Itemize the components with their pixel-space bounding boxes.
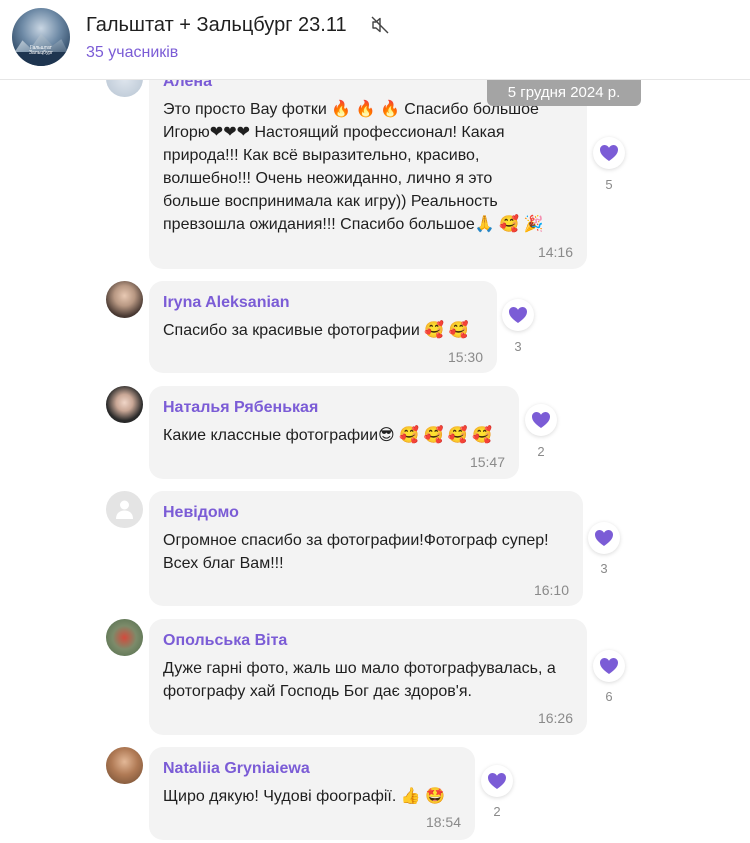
- message-text: Щиро дякую! Чудові фоографії. 👍 🤩: [163, 785, 445, 808]
- heart-icon: [509, 307, 527, 323]
- message-line: Всех благ Вам!!!: [163, 555, 284, 572]
- message-line: Спасибо за красивые фотографии 🥰 🥰: [163, 322, 469, 339]
- message-line: Какие классные фотографии😎 🥰 🥰 🥰 🥰: [163, 427, 493, 444]
- sender-name[interactable]: Nataliia Gryniaiewa: [163, 760, 310, 778]
- message-line: больше воспринимала как игру)) Реальност…: [163, 193, 498, 210]
- sender-name[interactable]: Невідомо: [163, 504, 239, 522]
- reaction-count: 3: [600, 561, 608, 576]
- muted-speaker-icon: [371, 16, 389, 34]
- avatar-caption: Гальштат Зальцбург: [29, 45, 53, 56]
- message-line: природа!!! Как всё выразительно, красиво…: [163, 147, 480, 164]
- message-text: Какие классные фотографии😎 🥰 🥰 🥰 🥰: [163, 424, 492, 447]
- message-time: 16:10: [533, 582, 569, 598]
- message-time: 14:16: [537, 244, 573, 260]
- reaction-button[interactable]: [588, 522, 620, 554]
- reaction-count: 5: [605, 177, 613, 192]
- heart-icon: [488, 773, 506, 789]
- message-line: Дуже гарні фото, жаль шо мало фотографув…: [163, 660, 556, 677]
- message-text: Огромное спасибо за фотографии!Фотограф …: [163, 529, 549, 575]
- avatar[interactable]: [106, 491, 143, 528]
- sender-name[interactable]: Наталья Рябенькая: [163, 399, 318, 417]
- message-line: Щиро дякую! Чудові фоографії. 👍 🤩: [163, 788, 446, 805]
- sender-name[interactable]: Опольська Віта: [163, 632, 287, 650]
- chat-header: Гальштат Зальцбург Гальштат + Зальцбург …: [0, 0, 750, 80]
- heart-icon: [532, 412, 550, 428]
- message-bubble[interactable]: Наталья Рябенькая Какие классные фотогра…: [149, 386, 519, 479]
- message-bubble[interactable]: Iryna Aleksanian Спасибо за красивые фот…: [149, 281, 497, 373]
- date-separator: 5 грудня 2024 р.: [487, 79, 641, 106]
- heart-icon: [600, 145, 618, 161]
- message-time: 18:54: [425, 814, 461, 830]
- message-line: фотографу хай Господь Бог дає здоров'я.: [163, 683, 472, 700]
- reaction-count: 6: [605, 689, 613, 704]
- message-time: 15:47: [469, 454, 505, 470]
- message-bubble[interactable]: Невідомо Огромное спасибо за фотографии!…: [149, 491, 583, 606]
- message-time: 16:26: [537, 710, 573, 726]
- reaction-count: 2: [537, 444, 545, 459]
- message-text: Дуже гарні фото, жаль шо мало фотографув…: [163, 657, 556, 703]
- reaction-count: 3: [514, 339, 522, 354]
- message-bubble[interactable]: Nataliia Gryniaiewa Щиро дякую! Чудові ф…: [149, 747, 475, 840]
- user-placeholder-icon: [116, 500, 133, 519]
- message-text: Спасибо за красивые фотографии 🥰 🥰: [163, 319, 468, 342]
- heart-icon: [595, 530, 613, 546]
- reaction-button[interactable]: [593, 137, 625, 169]
- avatar[interactable]: [106, 281, 143, 318]
- message-text: Это просто Вау фотки 🔥 🔥 🔥 Спасибо больш…: [163, 98, 543, 236]
- message-bubble[interactable]: Опольська Віта Дуже гарні фото, жаль шо …: [149, 619, 587, 735]
- avatar[interactable]: [106, 386, 143, 423]
- message-line: волшебно!!! Очень неожиданно, лично я эт…: [163, 170, 493, 187]
- reaction-button[interactable]: [502, 299, 534, 331]
- avatar[interactable]: [106, 747, 143, 784]
- sender-name[interactable]: Iryna Aleksanian: [163, 294, 290, 312]
- heart-icon: [600, 658, 618, 674]
- reaction-button[interactable]: [593, 650, 625, 682]
- message-time: 15:30: [447, 349, 483, 365]
- reaction-count: 2: [493, 804, 501, 819]
- message-line: превзошла ожидания!!! Спасибо большое🙏 🥰…: [163, 216, 544, 233]
- chat-title[interactable]: Гальштат + Зальцбург 23.11: [86, 14, 347, 37]
- reaction-button[interactable]: [525, 404, 557, 436]
- message-line: Игорю❤❤❤ Настоящий профессионал! Какая: [163, 124, 505, 141]
- message-line: Огромное спасибо за фотографии!Фотограф …: [163, 532, 549, 549]
- members-count[interactable]: 35 учасників: [86, 44, 178, 62]
- avatar[interactable]: [106, 619, 143, 656]
- reaction-button[interactable]: [481, 765, 513, 797]
- group-avatar[interactable]: Гальштат Зальцбург: [12, 8, 70, 66]
